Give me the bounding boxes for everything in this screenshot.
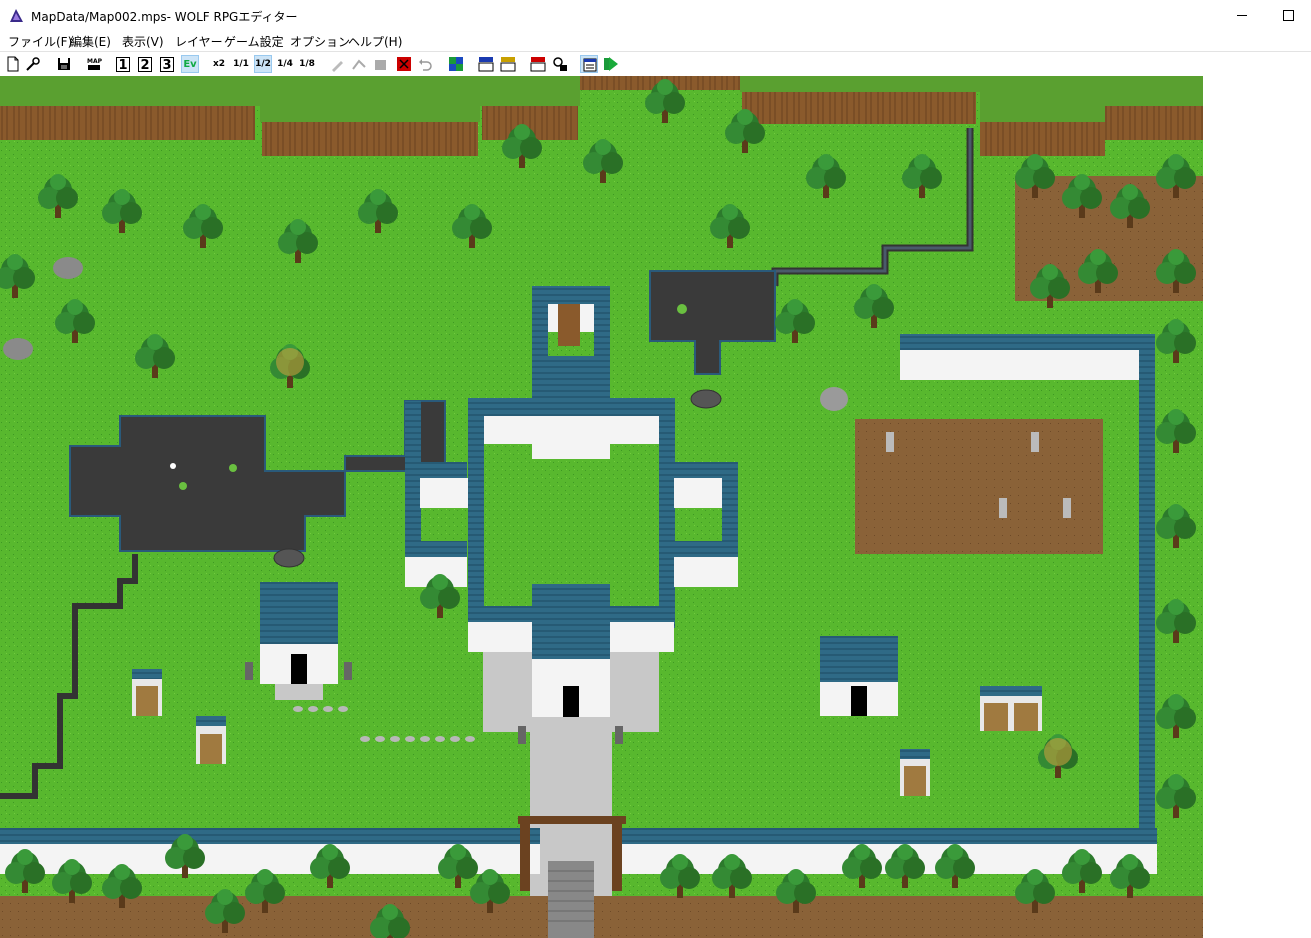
zoom-1-2-button[interactable]: 1/2 [254, 55, 272, 73]
new-file-button[interactable] [4, 55, 22, 73]
engine-db-icon [500, 57, 516, 72]
layer-2-button[interactable]: 2 [138, 57, 152, 73]
line-tool-button[interactable] [350, 55, 368, 73]
zoom-x2-button[interactable]: x2 [210, 55, 228, 73]
undo-icon [419, 59, 432, 71]
engine-db-button[interactable] [499, 55, 517, 73]
menu-layer[interactable]: レイヤー [175, 33, 223, 50]
undo-button[interactable] [416, 55, 434, 73]
zoom-1-1-button[interactable]: 1/1 [232, 55, 250, 73]
settings-button[interactable] [24, 55, 42, 73]
maximize-button[interactable] [1265, 0, 1311, 31]
tileset-icon [449, 57, 463, 71]
menu-edit[interactable]: 編集(E) [70, 33, 111, 50]
map-list-button[interactable]: MAP [85, 55, 103, 73]
title-bar: MapData/Map002.mps- WOLF RPGエディター [0, 0, 1311, 31]
minimize-button[interactable] [1219, 0, 1265, 31]
pen-tool-button[interactable] [329, 55, 347, 73]
database-icon [478, 57, 494, 72]
event-list-button[interactable] [580, 55, 598, 73]
toolbar: MAP 1 2 3 Ev x2 1/1 1/2 1/4 1/8 [0, 51, 1311, 77]
fill-tool-icon [375, 60, 386, 70]
layer-1-button[interactable]: 1 [116, 57, 130, 73]
map-render [0, 76, 1203, 938]
zoom-1-4-label: 1/4 [277, 59, 293, 69]
zoom-1-8-button[interactable]: 1/8 [298, 55, 316, 73]
zoom-1-8-label: 1/8 [299, 59, 315, 69]
event-layer-button[interactable]: Ev [181, 55, 199, 73]
layer-3-button[interactable]: 3 [160, 57, 174, 73]
map-select-button[interactable] [395, 55, 413, 73]
save-button[interactable] [55, 55, 73, 73]
zoom-1-1-label: 1/1 [233, 59, 249, 69]
save-icon [58, 58, 70, 70]
wrench-icon [26, 57, 40, 71]
database-button[interactable] [477, 55, 495, 73]
menu-bar: ファイル(F) 編集(E) 表示(V) レイヤー ゲーム設定 オプション ヘルプ… [0, 31, 1311, 50]
map-select-icon [397, 57, 411, 71]
event-layer-label: Ev [183, 58, 197, 70]
new-file-icon [7, 56, 19, 72]
svg-text:MAP: MAP [87, 58, 103, 65]
menu-options[interactable]: オプション [290, 33, 350, 50]
system-db-icon [530, 57, 546, 72]
pen-icon [332, 61, 343, 72]
window-title: MapData/Map002.mps- WOLF RPGエディター [31, 10, 298, 24]
map-canvas[interactable] [0, 76, 1203, 938]
event-list-icon [583, 58, 597, 72]
test-play-button[interactable] [602, 55, 620, 73]
menu-file[interactable]: ファイル(F) [8, 33, 72, 50]
menu-view[interactable]: 表示(V) [122, 33, 164, 50]
map-empty-area [1203, 76, 1311, 938]
system-db-button[interactable] [529, 55, 547, 73]
line-tool-icon [352, 59, 366, 70]
zoom-1-4-button[interactable]: 1/4 [276, 55, 294, 73]
menu-game-settings[interactable]: ゲーム設定 [224, 33, 284, 50]
minimize-icon [1237, 15, 1247, 16]
zoom-x2-label: x2 [212, 59, 226, 69]
map-list-icon: MAP [87, 58, 103, 70]
wolf-editor-app-icon [10, 9, 23, 22]
menu-help[interactable]: ヘルプ(H) [348, 33, 402, 50]
zoom-1-2-label: 1/2 [255, 59, 271, 69]
fill-tool-button[interactable] [372, 55, 390, 73]
common-event-button[interactable] [551, 55, 569, 73]
tileset-button[interactable] [447, 55, 465, 73]
play-icon [604, 57, 618, 71]
maximize-icon [1282, 10, 1294, 21]
common-event-icon [553, 57, 567, 71]
